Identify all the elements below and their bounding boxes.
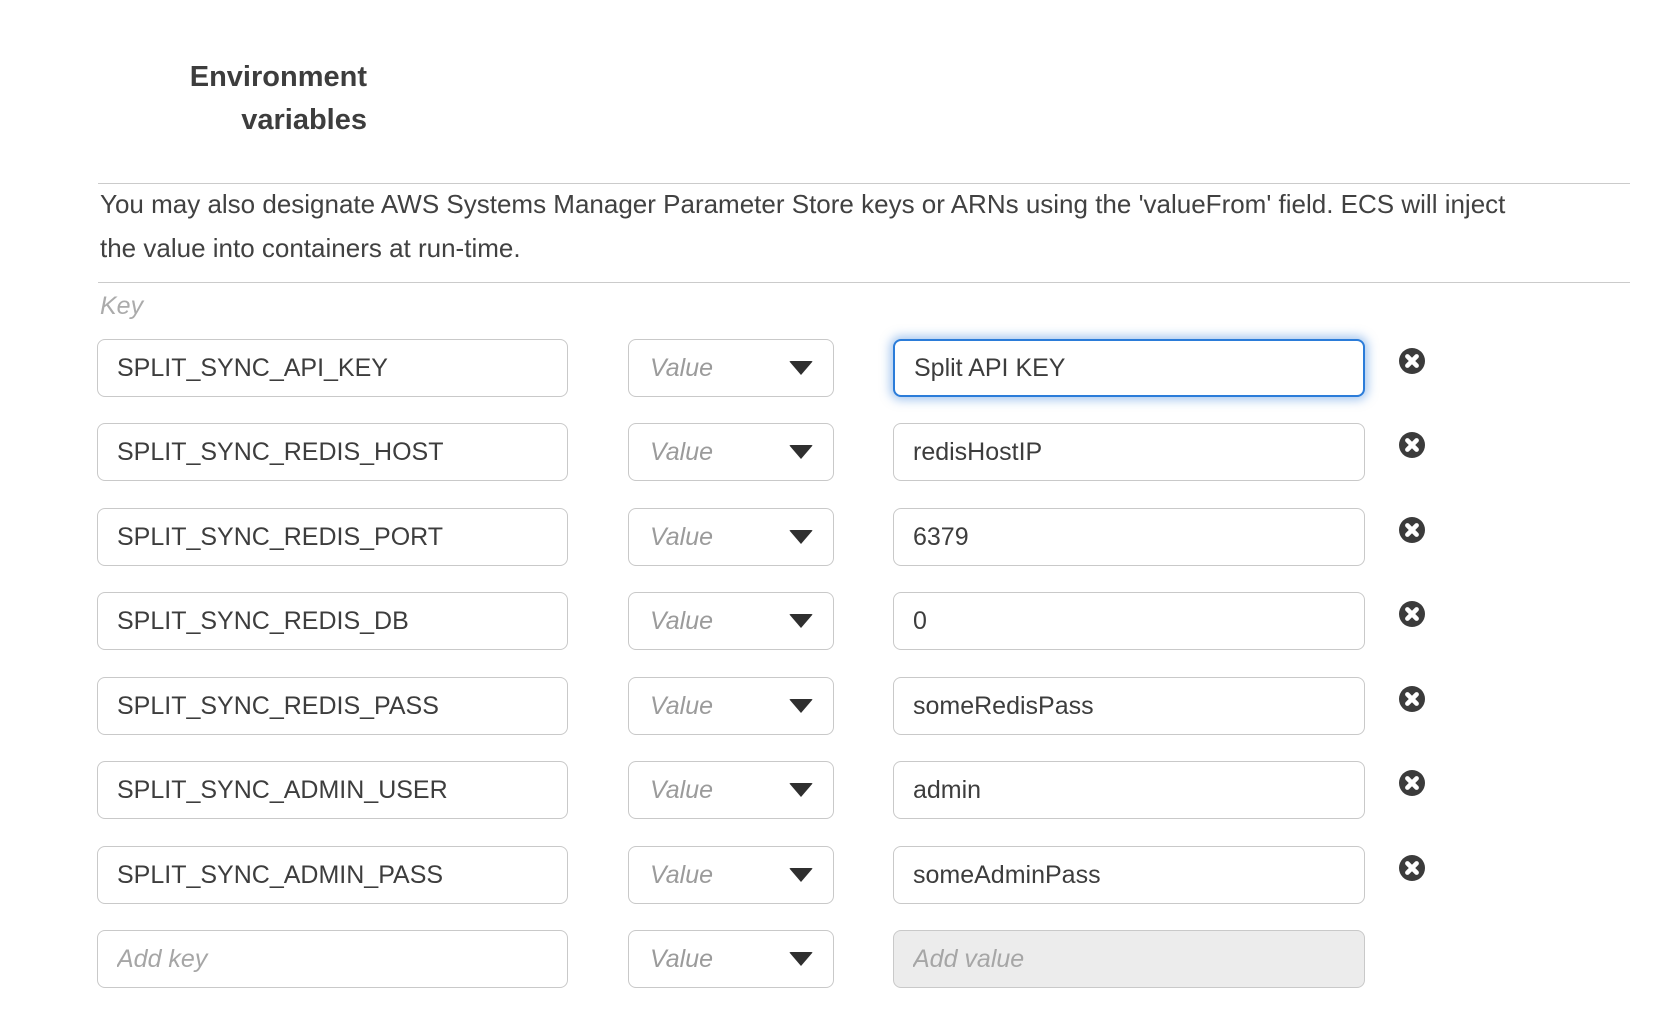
circle-x-icon [1399,517,1425,543]
remove-row-button[interactable] [1399,601,1425,627]
help-text-line-1: You may also designate AWS Systems Manag… [100,182,1660,226]
divider-bottom [98,282,1630,283]
chevron-down-icon [789,952,813,966]
add-value-input[interactable] [893,930,1365,988]
env-var-row: Value [0,339,1678,397]
circle-x-icon [1399,601,1425,627]
remove-row-button[interactable] [1399,855,1425,881]
circle-x-icon [1399,770,1425,796]
key-input[interactable] [97,677,568,735]
env-var-row: Value [0,677,1678,735]
value-type-label: Value [650,607,713,636]
remove-row-button[interactable] [1399,517,1425,543]
chevron-down-icon [789,868,813,882]
chevron-down-icon [789,699,813,713]
value-input[interactable] [893,339,1365,397]
value-type-label: Value [650,861,713,890]
help-text-line-2: the value into containers at run-time. [100,226,1660,270]
value-type-dropdown[interactable]: Value [628,930,834,988]
value-input[interactable] [893,508,1365,566]
env-var-add-row: Value [0,930,1678,988]
circle-x-icon [1399,686,1425,712]
value-type-dropdown[interactable]: Value [628,508,834,566]
env-var-row: Value [0,846,1678,904]
env-var-row: Value [0,761,1678,819]
env-var-row: Value [0,592,1678,650]
remove-row-button[interactable] [1399,770,1425,796]
chevron-down-icon [789,361,813,375]
value-input[interactable] [893,592,1365,650]
value-type-label: Value [650,776,713,805]
value-type-dropdown[interactable]: Value [628,339,834,397]
value-type-dropdown[interactable]: Value [628,846,834,904]
value-type-dropdown[interactable]: Value [628,761,834,819]
value-input[interactable] [893,846,1365,904]
value-type-dropdown[interactable]: Value [628,677,834,735]
remove-row-button[interactable] [1399,348,1425,374]
key-input[interactable] [97,339,568,397]
add-key-input[interactable] [97,930,568,988]
value-type-label: Value [650,354,713,383]
circle-x-icon [1399,348,1425,374]
circle-x-icon [1399,432,1425,458]
remove-row-button[interactable] [1399,686,1425,712]
key-column-header: Key [100,292,143,321]
key-input[interactable] [97,592,568,650]
key-input[interactable] [97,423,568,481]
env-var-rows: Value Value Value [0,339,1678,999]
value-type-label: Value [650,438,713,467]
ecs-environment-variables-form: Environment variables You may also desig… [0,0,1678,1018]
form-label-environment-variables: Environment variables [100,56,367,142]
value-type-label: Value [650,523,713,552]
chevron-down-icon [789,445,813,459]
value-input[interactable] [893,423,1365,481]
value-type-dropdown[interactable]: Value [628,423,834,481]
value-type-label: Value [650,692,713,721]
circle-x-icon [1399,855,1425,881]
chevron-down-icon [789,783,813,797]
value-type-dropdown[interactable]: Value [628,592,834,650]
key-input[interactable] [97,846,568,904]
value-input[interactable] [893,677,1365,735]
key-input[interactable] [97,761,568,819]
chevron-down-icon [789,530,813,544]
help-text: You may also designate AWS Systems Manag… [100,182,1660,270]
env-var-row: Value [0,423,1678,481]
value-type-label: Value [650,945,713,974]
env-var-row: Value [0,508,1678,566]
remove-row-button[interactable] [1399,432,1425,458]
chevron-down-icon [789,614,813,628]
value-input[interactable] [893,761,1365,819]
key-input[interactable] [97,508,568,566]
